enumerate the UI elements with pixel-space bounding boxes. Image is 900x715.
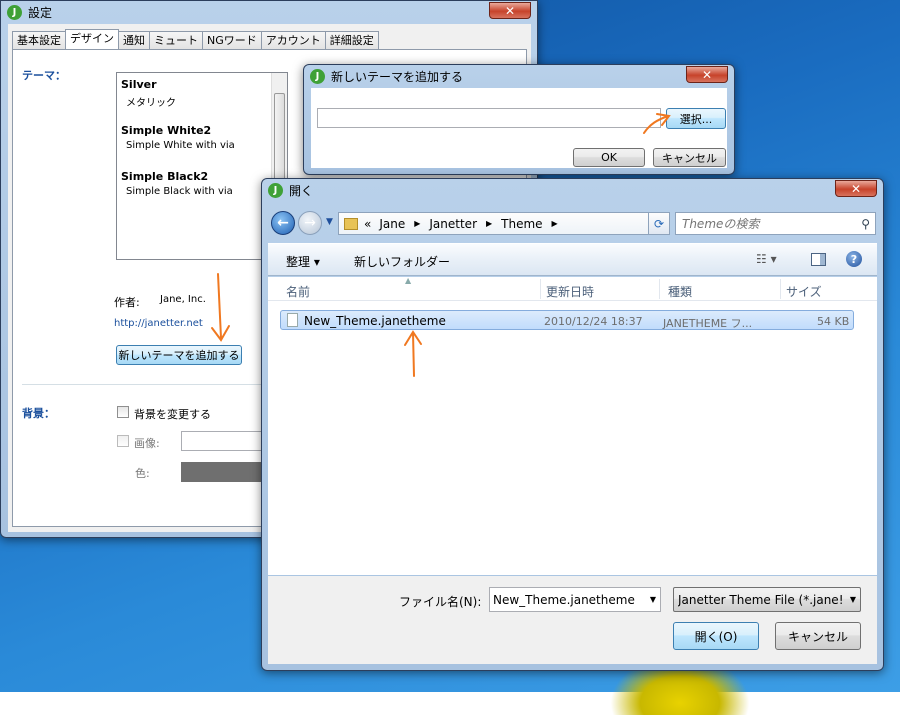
background-label: 背景： bbox=[22, 407, 55, 420]
color-label: 色: bbox=[135, 467, 150, 480]
folder-icon bbox=[344, 217, 358, 230]
column-date[interactable]: 更新日時 bbox=[546, 283, 594, 300]
search-box[interactable]: ⚲ bbox=[675, 212, 876, 235]
sort-asc-icon: ▲ bbox=[405, 276, 412, 285]
tab-mute[interactable]: ミュート bbox=[149, 31, 203, 49]
tab-basic[interactable]: 基本設定 bbox=[12, 31, 66, 49]
filename-value[interactable]: New_Theme.janetheme bbox=[493, 593, 635, 607]
tab-advanced[interactable]: 詳細設定 bbox=[324, 31, 379, 49]
tab-ngword[interactable]: NGワード bbox=[202, 31, 262, 49]
back-arrow-icon: ← bbox=[277, 215, 289, 231]
column-name[interactable]: 名前 bbox=[286, 283, 310, 300]
table-row[interactable]: New_Theme.janetheme 2010/12/24 18:37 JAN… bbox=[280, 310, 854, 330]
theme-item-black-name[interactable]: Simple Black2 bbox=[121, 170, 208, 183]
breadcrumb-jane[interactable]: Jane bbox=[379, 217, 405, 231]
filetype-value[interactable]: Janetter Theme File (*.jane! bbox=[678, 593, 842, 607]
chevron-right-icon[interactable]: ▶ bbox=[414, 219, 420, 228]
ok-button[interactable]: OK bbox=[573, 148, 645, 167]
cancel-button[interactable]: キャンセル bbox=[653, 148, 726, 167]
search-icon[interactable]: ⚲ bbox=[861, 217, 870, 231]
settings-titlebar[interactable]: J 設定 ✕ bbox=[1, 1, 537, 23]
add-theme-title: 新しいテーマを追加する bbox=[331, 69, 464, 84]
preview-pane-icon[interactable] bbox=[811, 253, 826, 266]
author-label: 作者: bbox=[114, 296, 140, 309]
image-checkbox[interactable] bbox=[117, 435, 129, 447]
filename-dropdown-icon[interactable]: ▼ bbox=[650, 595, 656, 604]
filename-label: ファイル名(N): bbox=[399, 595, 482, 609]
open-dialog-close-button[interactable]: ✕ bbox=[835, 180, 877, 197]
chevron-right-icon[interactable]: ▶ bbox=[486, 219, 492, 228]
file-list[interactable]: 名前 ▲ 更新日時 種類 サイズ New_Theme.janetheme 201… bbox=[268, 276, 877, 575]
add-theme-button[interactable]: 新しいテーマを追加する bbox=[116, 345, 242, 365]
bottom-panel: ファイル名(N): New_Theme.janetheme ▼ Janetter… bbox=[268, 576, 877, 664]
filetype-select[interactable]: Janetter Theme File (*.jane! ▼ bbox=[673, 587, 861, 612]
janetter-app-icon: J bbox=[268, 182, 283, 198]
author-url-link[interactable]: http://janetter.net bbox=[114, 318, 203, 329]
breadcrumb-overflow[interactable]: « bbox=[364, 217, 371, 231]
column-separator[interactable] bbox=[659, 279, 660, 299]
image-label: 画像: bbox=[134, 437, 160, 450]
file-icon bbox=[287, 313, 298, 327]
column-separator[interactable] bbox=[780, 279, 781, 299]
cancel-button[interactable]: キャンセル bbox=[775, 622, 861, 650]
open-button[interactable]: 開く(O) bbox=[673, 622, 759, 650]
theme-label: テーマ： bbox=[22, 69, 66, 82]
theme-item-silver-desc: メタリック bbox=[126, 98, 176, 109]
add-theme-close-button[interactable]: ✕ bbox=[686, 66, 728, 83]
new-folder-button[interactable]: 新しいフォルダー bbox=[354, 253, 450, 270]
filename-combo[interactable]: New_Theme.janetheme ▼ bbox=[489, 587, 661, 612]
add-theme-dialog: J 新しいテーマを追加する ✕ 選択... OK キャンセル bbox=[303, 64, 735, 175]
tab-notify[interactable]: 通知 bbox=[118, 31, 150, 49]
theme-item-silver-name[interactable]: Silver bbox=[121, 78, 157, 91]
view-options-icon[interactable]: ☷ ▾ bbox=[756, 252, 777, 266]
janetter-app-icon: J bbox=[7, 4, 22, 20]
theme-item-white-desc: Simple White with via bbox=[126, 140, 235, 151]
add-theme-client: 選択... OK キャンセル bbox=[311, 88, 727, 168]
theme-item-white-name[interactable]: Simple White2 bbox=[121, 124, 211, 137]
file-size: 54 KB bbox=[817, 315, 850, 328]
settings-close-button[interactable]: ✕ bbox=[489, 2, 531, 19]
open-file-dialog: J 開く ✕ ← → ▼ « Jane▶ Janetter▶ Theme▶ ▼ … bbox=[261, 178, 884, 671]
address-bar[interactable]: « Jane▶ Janetter▶ Theme▶ ▼ bbox=[338, 212, 668, 235]
breadcrumb-theme[interactable]: Theme bbox=[501, 217, 542, 231]
file-name[interactable]: New_Theme.janetheme bbox=[304, 314, 446, 328]
organize-button[interactable]: 整理 ▾ bbox=[286, 253, 320, 270]
janetter-app-icon: J bbox=[310, 68, 325, 84]
bg-change-checkbox[interactable] bbox=[117, 406, 129, 418]
column-separator[interactable] bbox=[540, 279, 541, 299]
search-input[interactable] bbox=[682, 216, 852, 231]
theme-path-input[interactable] bbox=[317, 108, 661, 128]
history-dropdown-icon[interactable]: ▼ bbox=[326, 217, 333, 227]
file-date: 2010/12/24 18:37 bbox=[544, 315, 643, 328]
color-swatch[interactable] bbox=[181, 462, 271, 482]
bg-change-label: 背景を変更する bbox=[134, 408, 211, 421]
file-type: JANETHEME フ... bbox=[663, 317, 753, 330]
select-file-button[interactable]: 選択... bbox=[666, 108, 726, 129]
column-size[interactable]: サイズ bbox=[786, 283, 822, 300]
tab-design[interactable]: デザイン bbox=[65, 29, 119, 49]
breadcrumb-janetter[interactable]: Janetter bbox=[429, 217, 477, 231]
settings-tabs: 基本設定 デザイン 通知 ミュート NGワード アカウント 詳細設定 bbox=[12, 29, 379, 49]
refresh-button[interactable]: ⟳ bbox=[648, 212, 670, 235]
refresh-icon: ⟳ bbox=[653, 216, 665, 231]
open-dialog-titlebar[interactable]: J 開く ✕ bbox=[262, 179, 883, 201]
add-theme-titlebar[interactable]: J 新しいテーマを追加する ✕ bbox=[304, 65, 734, 87]
back-button[interactable]: ← bbox=[271, 211, 295, 235]
forward-button[interactable]: → bbox=[298, 211, 322, 235]
help-icon[interactable]: ? bbox=[846, 251, 862, 267]
theme-item-black-desc: Simple Black with via bbox=[126, 186, 233, 197]
tab-account[interactable]: アカウント bbox=[260, 31, 326, 49]
settings-title: 設定 bbox=[28, 5, 53, 20]
image-path-field[interactable] bbox=[181, 431, 271, 451]
forward-arrow-icon: → bbox=[304, 215, 316, 231]
column-header: 名前 ▲ 更新日時 種類 サイズ bbox=[268, 276, 877, 301]
command-bar: 整理 ▾ 新しいフォルダー ☷ ▾ ? bbox=[268, 243, 877, 276]
open-dialog-title: 開く bbox=[289, 183, 314, 198]
column-type[interactable]: 種類 bbox=[668, 283, 692, 300]
author-value: Jane, Inc. bbox=[160, 294, 206, 305]
filetype-dropdown-icon[interactable]: ▼ bbox=[850, 595, 856, 604]
chevron-right-icon[interactable]: ▶ bbox=[552, 219, 558, 228]
